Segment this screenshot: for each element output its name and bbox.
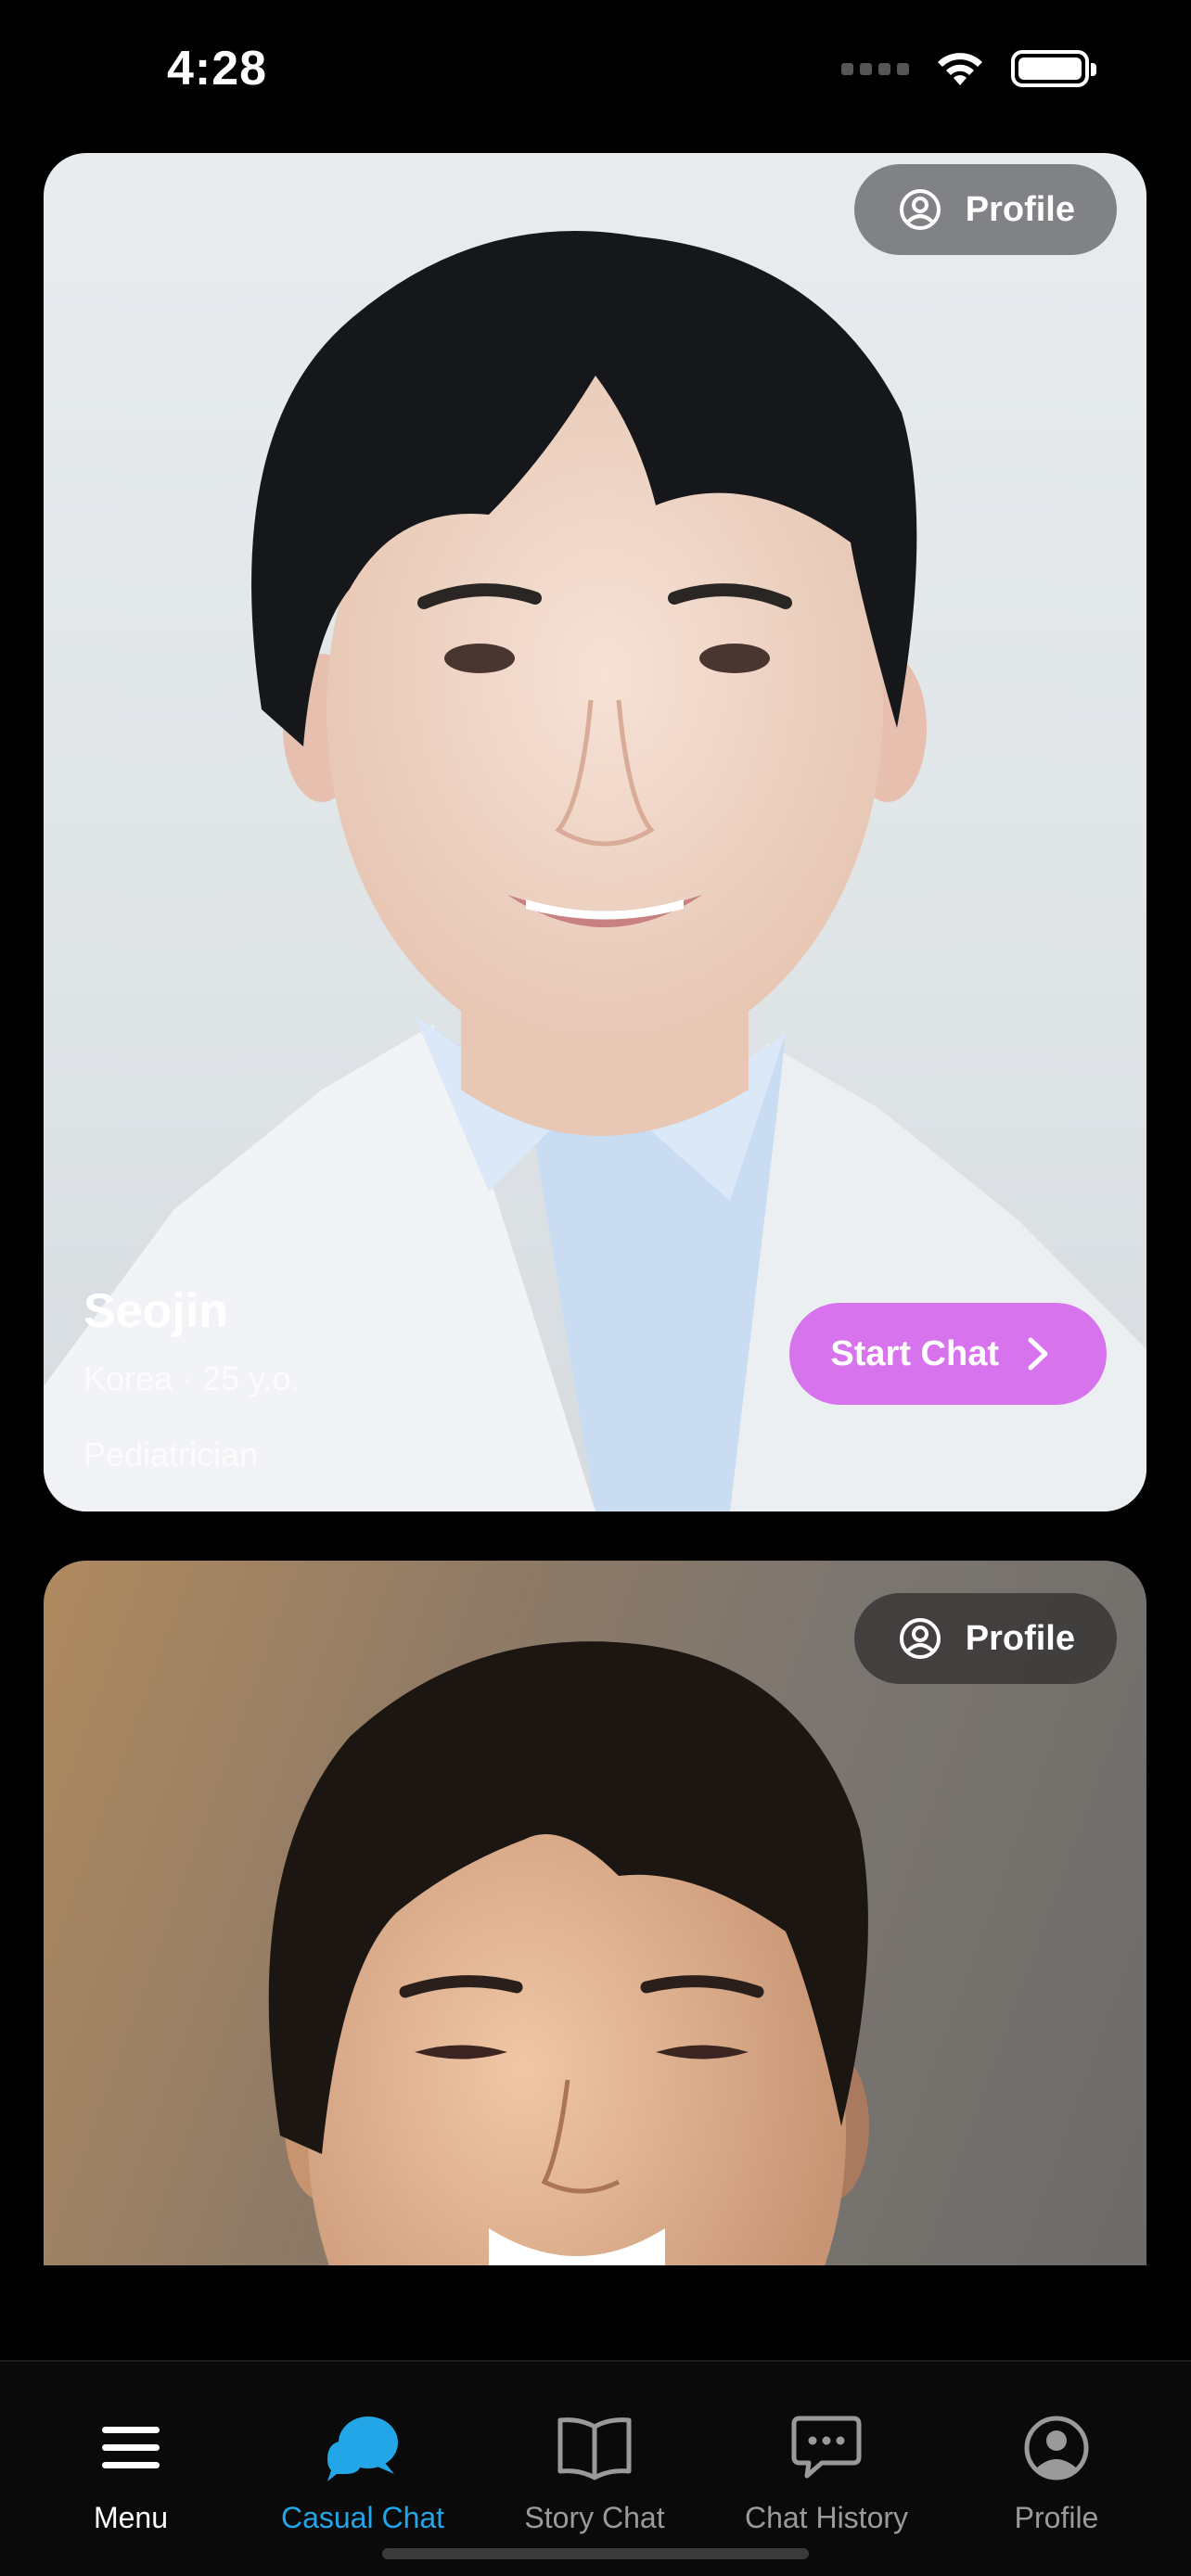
profile-button-label: Profile [965,189,1075,229]
status-icons [841,48,1096,89]
user-circle-icon [899,1618,941,1659]
character-occupation: Pediatrician [83,1435,259,1473]
tab-casual-chat-label: Casual Chat [280,2501,445,2534]
user-circle-icon [899,189,941,230]
profile-button-label: Profile [965,1618,1075,1658]
home-indicator[interactable] [382,2548,809,2559]
tab-profile[interactable]: Profile [941,2408,1172,2535]
tab-menu[interactable]: Menu [15,2408,247,2535]
status-time: 4:28 [167,42,268,96]
profile-button[interactable]: Profile [853,1593,1117,1684]
battery-icon [1011,50,1096,87]
start-chat-label: Start Chat [830,1333,999,1373]
tab-casual-chat[interactable]: Casual Chat [247,2408,479,2535]
message-dots-icon [791,2416,862,2479]
cellular-signal-icon [841,62,909,75]
hamburger-icon [102,2427,160,2468]
user-circle-icon [1024,2416,1089,2480]
tab-story-chat-label: Story Chat [524,2501,665,2534]
start-chat-button[interactable]: Start Chat [789,1303,1107,1405]
tab-bar: Menu Casual Chat Story Chat Chat History… [0,2360,1191,2576]
chevron-right-icon [1028,1337,1048,1371]
chat-bubbles-icon [327,2417,398,2481]
tab-story-chat[interactable]: Story Chat [479,2408,711,2535]
character-name: Seojin [83,1284,229,1338]
character-info: Seojin Korea · 25 y.o. Pediatrician [83,1283,300,1474]
character-meta: Korea · 25 y.o. [83,1359,301,1397]
character-card[interactable]: Profile Seojin Korea · 25 y.o. Pediatric… [44,153,1146,1511]
open-book-icon [557,2417,632,2480]
tab-menu-label: Menu [93,2501,169,2534]
profile-button[interactable]: Profile [853,164,1117,255]
character-card[interactable]: Profile [44,1561,1146,2265]
tab-chat-history-label: Chat History [744,2501,909,2534]
tab-chat-history[interactable]: Chat History [711,2408,942,2535]
wifi-icon [938,53,982,85]
tab-profile-label: Profile [1014,2501,1099,2534]
screen: 4:28 Profile Seojin Korea · 25 y.o. Pedi… [0,0,1191,2576]
